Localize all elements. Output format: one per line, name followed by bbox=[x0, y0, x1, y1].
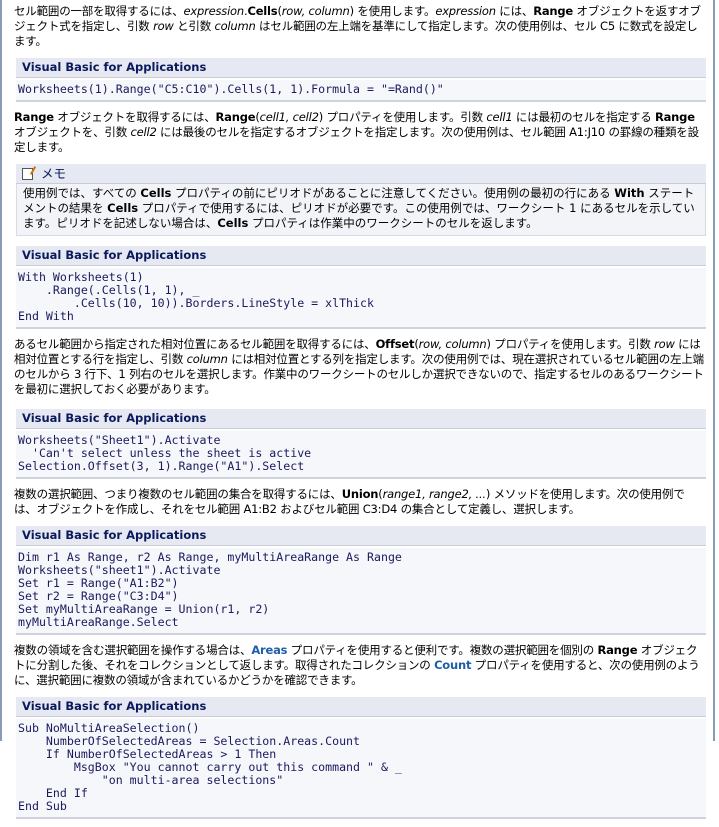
argument-text: row bbox=[654, 337, 675, 351]
text-segment: プロパティの前にピリオドがあることに注意してください。使用例の最初の行にある bbox=[171, 186, 615, 200]
paragraph: Range オブジェクトを取得するには、Range(cell1, cell2) … bbox=[14, 110, 706, 155]
keyword-text: Range bbox=[654, 110, 695, 124]
argument-text: cell1 bbox=[486, 110, 513, 124]
text-segment: あるセル範囲から指定された相対位置にあるセル範囲を取得するには、 bbox=[14, 337, 376, 351]
keyword-text: Cells bbox=[107, 201, 139, 215]
text-segment: 複数の領域を含む選択範囲を操作する場合は、 bbox=[14, 643, 252, 657]
keyword-text: Cells bbox=[247, 4, 278, 18]
note-icon bbox=[22, 167, 33, 180]
argument-text: expression bbox=[435, 4, 496, 18]
memo-block: メモ 使用例では、すべての Cells プロパティの前にピリオドがあることに注意… bbox=[16, 164, 706, 236]
text-segment: セル範囲の一部を取得するには、 bbox=[14, 4, 184, 18]
text-segment: オブジェクトを、引数 bbox=[14, 125, 131, 139]
code-block: Visual Basic for Applications Worksheets(… bbox=[16, 58, 706, 102]
property-link[interactable]: Areas bbox=[251, 643, 287, 657]
text-segment: ) プロパティを使用します。引数 bbox=[318, 110, 487, 124]
keyword-text: Range bbox=[215, 110, 256, 124]
keyword-text: Range bbox=[14, 110, 54, 124]
code-block: Visual Basic for Applications Sub NoMulti… bbox=[16, 697, 706, 819]
text-segment: には最初のセルを指定する bbox=[512, 110, 655, 124]
argument-text: row, column bbox=[281, 4, 350, 18]
argument-text: row bbox=[153, 19, 174, 33]
keyword-text: Union bbox=[341, 487, 379, 501]
keyword-text: With bbox=[614, 186, 645, 200]
code-block: Visual Basic for Applications With Worksh… bbox=[16, 246, 706, 329]
memo-body: 使用例では、すべての Cells プロパティの前にピリオドがあることに注意してく… bbox=[16, 184, 706, 236]
text-segment: 使用例では、すべての bbox=[23, 186, 141, 200]
property-link[interactable]: Count bbox=[434, 658, 471, 672]
code-block: Visual Basic for Applications Dim r1 As R… bbox=[16, 526, 706, 635]
memo-header: メモ bbox=[16, 164, 706, 184]
memo-title: メモ bbox=[41, 166, 67, 181]
argument-text: column bbox=[186, 352, 228, 366]
text-segment: オブジェクトを取得するには、 bbox=[53, 110, 216, 124]
code-block-header: Visual Basic for Applications bbox=[16, 58, 706, 78]
argument-text: cell1, cell2 bbox=[259, 110, 319, 124]
argument-text: row, column bbox=[418, 337, 487, 351]
code-block-header: Visual Basic for Applications bbox=[16, 246, 706, 266]
argument-text: range1, range2, ... bbox=[382, 487, 487, 501]
text-segment: プロパティを使用すると便利です。複数の選択範囲を個別の bbox=[287, 643, 598, 657]
keyword-text: Cells bbox=[217, 216, 249, 230]
code-sample[interactable]: Sub NoMultiAreaSelection() NumberOfSelec… bbox=[16, 719, 706, 819]
keyword-text: Offset bbox=[375, 337, 415, 351]
help-content: セル範囲の一部を取得するには、expression.Cells(row, col… bbox=[14, 4, 706, 827]
argument-text: column bbox=[214, 19, 256, 33]
paragraph: あるセル範囲から指定された相対位置にあるセル範囲を取得するには、Offset(r… bbox=[14, 337, 706, 397]
paragraph: セル範囲の一部を取得するには、expression.Cells(row, col… bbox=[14, 4, 706, 49]
code-sample[interactable]: Dim r1 As Range, r2 As Range, myMultiAre… bbox=[16, 548, 706, 635]
keyword-text: Range bbox=[597, 643, 638, 657]
text-segment: ) を使用します。 bbox=[349, 4, 436, 18]
paragraph: 複数の選択範囲、つまり複数のセル範囲の集合を取得するには、Union(range… bbox=[14, 487, 706, 517]
code-block-header: Visual Basic for Applications bbox=[16, 697, 706, 717]
code-sample[interactable]: Worksheets("Sheet1").Activate 'Can't sel… bbox=[16, 431, 706, 479]
code-block-header: Visual Basic for Applications bbox=[16, 409, 706, 429]
text-segment: 複数の選択範囲、つまり複数のセル範囲の集合を取得するには、 bbox=[14, 487, 342, 501]
keyword-text: Range bbox=[533, 4, 574, 18]
argument-text: expression bbox=[183, 4, 245, 18]
code-sample[interactable]: With Worksheets(1) .Range(.Cells(1, 1), … bbox=[16, 268, 706, 329]
text-segment: と引数 bbox=[173, 19, 215, 33]
paragraph: 複数の領域を含む選択範囲を操作する場合は、Areas プロパティを使用すると便利… bbox=[14, 643, 706, 688]
argument-text: cell2 bbox=[130, 125, 157, 139]
code-sample[interactable]: Worksheets(1).Range("C5:C10").Cells(1, 1… bbox=[16, 80, 706, 102]
text-segment: ) プロパティを使用します。引数 bbox=[486, 337, 655, 351]
code-block: Visual Basic for Applications Worksheets(… bbox=[16, 409, 706, 479]
text-segment: には、 bbox=[495, 4, 534, 18]
keyword-text: Cells bbox=[140, 186, 172, 200]
code-block-header: Visual Basic for Applications bbox=[16, 526, 706, 546]
text-segment: プロパティは作業中のワークシートのセルを返します。 bbox=[248, 216, 538, 230]
